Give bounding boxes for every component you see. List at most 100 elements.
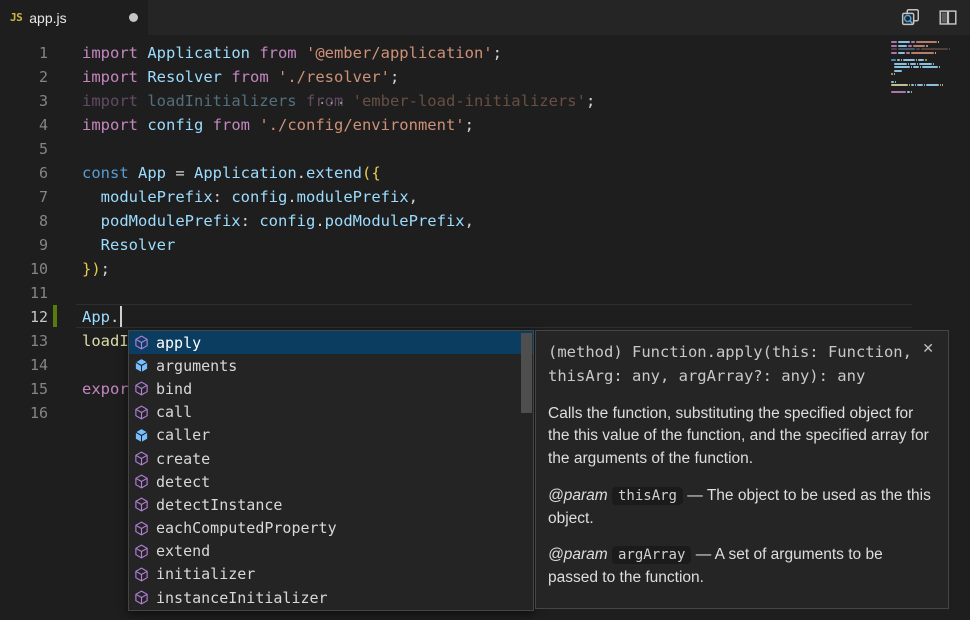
autocomplete-item-call[interactable]: call (129, 401, 533, 424)
autocomplete-item-eachComputedProperty[interactable]: eachComputedProperty (129, 517, 533, 540)
autocomplete-item-detect[interactable]: detect (129, 470, 533, 493)
minimap-line (891, 55, 965, 57)
autocomplete-item-initializer[interactable]: initializer (129, 563, 533, 586)
code-line-4: 4 import config from './config/environmen… (0, 113, 970, 137)
code-line-9: 9 Resolver (0, 233, 970, 257)
line-number: 7 (0, 185, 48, 209)
minimap[interactable] (891, 41, 965, 99)
code-text: import Application from '@ember/applicat… (82, 41, 502, 65)
line-number: 5 (0, 137, 48, 161)
code-text: }); (82, 257, 110, 281)
autocomplete-item-label: eachComputedProperty (156, 519, 337, 537)
code-text: modulePrefix: config.modulePrefix, (82, 185, 418, 209)
code-line-7: 7 modulePrefix: config.modulePrefix, (0, 185, 970, 209)
autocomplete-item-detectInstance[interactable]: detectInstance (129, 493, 533, 516)
minimap-line (891, 59, 965, 61)
autocomplete-item-label: caller (156, 426, 210, 444)
autocomplete-item-label: create (156, 450, 210, 468)
autocomplete-scrollbar[interactable] (521, 333, 532, 413)
autocomplete-item-label: instanceInitializer (156, 589, 328, 607)
docs-param-argArray: @param argArray — A set of arguments to … (548, 544, 936, 589)
tab-app-js[interactable]: JS app.js (0, 0, 148, 35)
field-icon (134, 358, 150, 374)
code-line-11: 11 (0, 281, 970, 305)
js-file-icon: JS (10, 11, 22, 24)
code-line-6: 6 const App = Application.extend({ (0, 161, 970, 185)
tab-title: app.js (29, 10, 66, 26)
line-number: 13 (0, 329, 48, 353)
code-text: import Resolver from './resolver'; (82, 65, 399, 89)
line-number: 2 (0, 65, 48, 89)
field-icon (134, 427, 150, 443)
editor-actions (898, 0, 960, 35)
code-line-5: 5 (0, 137, 970, 161)
line-number: 4 (0, 113, 48, 137)
minimap-line (891, 45, 965, 47)
line-number: 12 (0, 305, 48, 329)
autocomplete-item-create[interactable]: create (129, 447, 533, 470)
minimap-line (891, 66, 965, 68)
tab-bar: JS app.js (0, 0, 970, 35)
code-line-8: 8 podModulePrefix: config.podModulePrefi… (0, 209, 970, 233)
minimap-line (891, 84, 965, 86)
autocomplete-item-caller[interactable]: caller (129, 424, 533, 447)
line-number: 15 (0, 377, 48, 401)
method-icon (134, 543, 150, 559)
autocomplete-item-instanceInitializer[interactable]: instanceInitializer (129, 586, 533, 609)
unused-import-hint-dots: ... (318, 95, 346, 105)
search-editor-icon[interactable] (898, 6, 922, 30)
minimap-line (891, 77, 965, 79)
line-number: 8 (0, 209, 48, 233)
line-number: 16 (0, 401, 48, 425)
autocomplete-item-label: arguments (156, 357, 237, 375)
code-line-10: 10}); (0, 257, 970, 281)
line-number: 1 (0, 41, 48, 65)
code-line-12: 12 App. (0, 305, 970, 329)
autocomplete-item-label: apply (156, 334, 201, 352)
line-number: 9 (0, 233, 48, 257)
code-text: import config from './config/environment… (82, 113, 474, 137)
autocomplete-item-label: extend (156, 542, 210, 560)
minimap-line (891, 48, 965, 50)
autocomplete-list[interactable]: apply arguments bind call caller create detect… (128, 330, 534, 611)
autocomplete-item-label: bind (156, 380, 192, 398)
code-line-3: 3import loadInitializers from 'ember-loa… (0, 89, 970, 113)
method-icon (134, 335, 150, 351)
docs-params: @param thisArg — The object to be used a… (548, 485, 936, 589)
minimap-line (891, 91, 965, 93)
minimap-line (891, 41, 965, 43)
line-number: 3 (0, 89, 48, 113)
method-icon (134, 566, 150, 582)
line-number: 11 (0, 281, 48, 305)
minimap-line (891, 88, 965, 90)
line-number: 6 (0, 161, 48, 185)
minimap-line (891, 73, 965, 75)
autocomplete-item-extend[interactable]: extend (129, 540, 533, 563)
line-number: 10 (0, 257, 48, 281)
autocomplete-item-bind[interactable]: bind (129, 377, 533, 400)
method-icon (134, 590, 150, 606)
minimap-line (891, 95, 965, 97)
docs-signature: (method) Function.apply(this: Function, … (548, 340, 936, 388)
split-editor-icon[interactable] (936, 6, 960, 30)
autocomplete-docs-panel: ✕ (method) Function.apply(this: Function… (535, 330, 949, 609)
docs-param-thisArg: @param thisArg — The object to be used a… (548, 485, 936, 530)
autocomplete-item-apply[interactable]: apply (129, 331, 533, 354)
text-cursor (120, 306, 122, 327)
minimap-line (891, 81, 965, 83)
method-icon (134, 404, 150, 420)
docs-description: Calls the function, substituting the spe… (548, 403, 936, 470)
code-text: const App = Application.extend({ (82, 161, 381, 185)
code-line-1: 1 import Application from '@ember/applica… (0, 41, 970, 65)
method-icon (134, 497, 150, 513)
code-line-2: 2 import Resolver from './resolver'; (0, 65, 970, 89)
close-icon[interactable]: ✕ (920, 340, 936, 356)
minimap-line (891, 52, 965, 54)
method-icon (134, 451, 150, 467)
autocomplete-item-label: detect (156, 473, 210, 491)
minimap-line (891, 63, 965, 65)
code-text: Resolver (82, 233, 175, 257)
modified-dot-icon[interactable] (129, 13, 138, 22)
autocomplete-item-arguments[interactable]: arguments (129, 354, 533, 377)
code-text: App. (82, 305, 119, 329)
